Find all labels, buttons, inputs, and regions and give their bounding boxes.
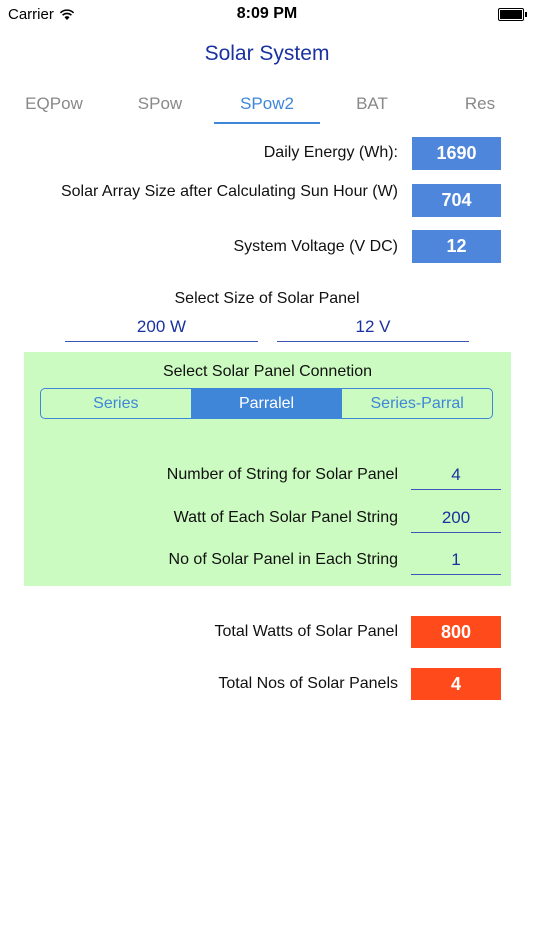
panel-volt-picker[interactable]: 12 V bbox=[277, 313, 469, 342]
panel-size-title: Select Size of Solar Panel bbox=[174, 290, 360, 307]
status-bar: Carrier 8:09 PM bbox=[0, 0, 534, 30]
system-voltage-value: 12 bbox=[412, 230, 501, 263]
watt-string-field[interactable]: 200 bbox=[411, 504, 501, 533]
status-time: 8:09 PM bbox=[236, 5, 298, 22]
connection-segmented-control: Series Parralel Series-Parral bbox=[40, 388, 493, 419]
total-panels-value: 4 bbox=[411, 668, 501, 700]
watt-string-label: Watt of Each Solar Panel String bbox=[173, 509, 398, 526]
battery-fill bbox=[500, 10, 522, 19]
segment-series-parallel[interactable]: Series-Parral bbox=[342, 389, 492, 418]
tab-res[interactable]: Res bbox=[440, 94, 520, 114]
tab-spow[interactable]: SPow bbox=[120, 94, 200, 114]
array-size-label: Solar Array Size after Calculating Sun H… bbox=[60, 183, 398, 200]
battery-tip bbox=[525, 12, 527, 17]
strings-label: Number of String for Solar Panel bbox=[166, 466, 398, 483]
battery-icon bbox=[498, 8, 527, 21]
total-panels-label: Total Nos of Solar Panels bbox=[218, 675, 398, 692]
tab-bar: EQPow SPow SPow2 BAT Res bbox=[0, 88, 534, 124]
connection-title: Select Solar Panel Connetion bbox=[162, 363, 373, 380]
segment-series[interactable]: Series bbox=[41, 389, 192, 418]
array-size-value: 704 bbox=[412, 184, 501, 217]
daily-energy-value: 1690 bbox=[412, 137, 501, 170]
system-voltage-label: System Voltage (V DC) bbox=[233, 238, 399, 255]
strings-field[interactable]: 4 bbox=[411, 461, 501, 490]
total-watts-value: 800 bbox=[411, 616, 501, 648]
panel-watt-picker[interactable]: 200 W bbox=[65, 313, 258, 342]
segment-parallel[interactable]: Parralel bbox=[191, 389, 343, 418]
tab-active-indicator bbox=[214, 122, 320, 124]
total-watts-label: Total Watts of Solar Panel bbox=[214, 623, 399, 640]
tab-spow2[interactable]: SPow2 bbox=[226, 94, 308, 114]
daily-energy-label: Daily Energy (Wh): bbox=[263, 144, 398, 161]
panels-string-label: No of Solar Panel in Each String bbox=[168, 551, 398, 568]
panels-string-field[interactable]: 1 bbox=[411, 546, 501, 575]
page-title: Solar System bbox=[204, 42, 330, 65]
tab-eqpow[interactable]: EQPow bbox=[14, 94, 94, 114]
tab-bat[interactable]: BAT bbox=[332, 94, 412, 114]
